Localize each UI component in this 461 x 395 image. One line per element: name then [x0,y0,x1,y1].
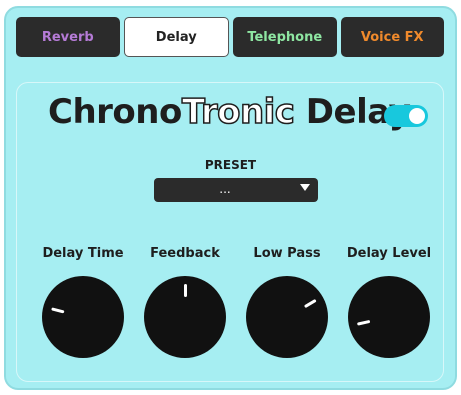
tab-label: Delay [155,29,197,45]
knob-dial [42,276,124,358]
preset-label: PRESET [204,158,257,172]
delay-time-label: Delay Time [42,246,124,261]
low-pass-knob[interactable] [246,276,328,358]
title-part-chrono: Chrono [48,92,182,132]
tab-reverb[interactable]: Reverb [16,17,120,57]
tab-delay[interactable]: Delay [123,17,229,57]
preset-dropdown[interactable]: ... [154,178,318,202]
tab-label: Voice FX [360,29,424,45]
low-pass-label: Low Pass [253,246,321,261]
tab-voice-fx[interactable]: Voice FX [340,17,444,57]
delay-level-label: Delay Level [346,246,432,261]
knob-indicator [184,284,187,297]
feedback-knob[interactable] [144,276,226,358]
dropdown-arrow-icon [300,184,310,191]
tab-label: Telephone [247,29,323,45]
knob-dial [246,276,328,358]
knob-dial [348,276,430,358]
delay-level-knob[interactable] [348,276,430,358]
enable-toggle[interactable] [384,105,428,127]
delay-time-knob[interactable] [42,276,124,358]
feedback-label: Feedback [150,246,220,261]
plugin-title: ChronoTronic Delay [48,91,411,133]
tab-bar: Reverb Delay Telephone Voice FX [16,14,444,60]
toggle-knob [409,108,425,124]
tab-telephone[interactable]: Telephone [233,17,337,57]
tab-label: Reverb [41,29,94,45]
preset-value: ... [219,182,231,196]
title-part-tronic: Tronic [181,91,296,133]
